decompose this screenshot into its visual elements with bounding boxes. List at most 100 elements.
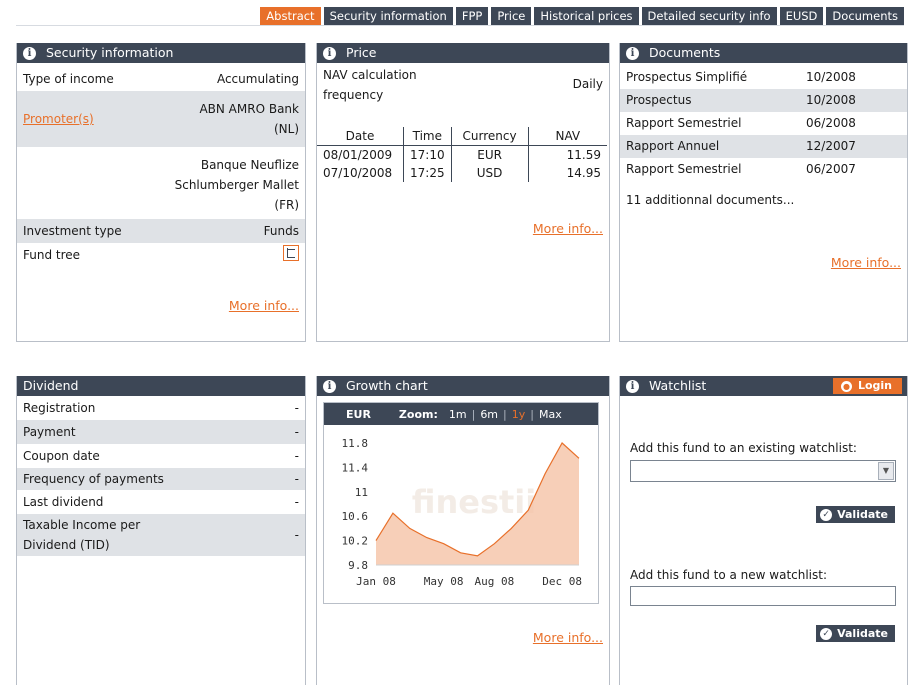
promoter-row: Promoter(s) ABN AMRO Bank (NL) — [17, 91, 305, 147]
document-list: Prospectus Simplifié 10/2008 Prospectus 10/… — [620, 66, 907, 181]
new-watchlist-label: Add this fund to a new watchlist: — [630, 568, 828, 582]
table-row: 07/10/2008 17:25 USD 14.95 — [317, 164, 607, 182]
validate-label: Validate — [837, 508, 888, 521]
tab-price[interactable]: Price — [491, 7, 532, 26]
tab-documents[interactable]: Documents — [826, 7, 904, 26]
document-row[interactable]: Rapport Semestriel 06/2007 — [620, 158, 907, 181]
tab-abstract[interactable]: Abstract — [260, 7, 321, 26]
field-value: - — [294, 472, 299, 486]
additional-documents-text[interactable]: 11 additionnal documents... — [620, 181, 907, 207]
price-panel: i Price NAV calculation frequency Daily … — [316, 43, 610, 342]
field-value: - — [294, 528, 299, 542]
y-tick-label: 11 — [355, 486, 368, 499]
column-header: Date — [317, 127, 404, 146]
currency-label: EUR — [346, 407, 371, 421]
field-label: Coupon date — [23, 449, 100, 463]
panel-header: i Security information — [17, 43, 305, 63]
divider — [16, 25, 904, 26]
document-name[interactable]: Rapport Semestriel — [626, 159, 806, 180]
table-cell: USD — [451, 164, 529, 182]
document-name[interactable]: Prospectus — [626, 90, 806, 111]
more-info-link[interactable]: More info... — [533, 221, 603, 236]
existing-watchlist-select[interactable]: ▼ — [630, 460, 896, 482]
login-button[interactable]: ● Login — [832, 378, 902, 394]
panel-title: Dividend — [23, 378, 79, 393]
zoom-1y[interactable]: 1y — [512, 408, 526, 421]
field-value: - — [294, 449, 299, 463]
table-header: Date Time Currency NAV — [317, 127, 607, 146]
table-cell: 17:10 — [403, 145, 452, 164]
check-icon: ✓ — [820, 627, 833, 640]
promoters-link[interactable]: Promoter(s) — [23, 109, 189, 129]
document-row[interactable]: Rapport Semestriel 06/2008 — [620, 112, 907, 135]
y-tick-label: 11.4 — [342, 461, 369, 474]
tab-security-information[interactable]: Security information — [323, 7, 453, 26]
column-header: NAV — [528, 127, 607, 146]
field-label: Type of income — [23, 72, 114, 86]
existing-watchlist-label: Add this fund to an existing watchlist: — [630, 441, 857, 455]
tab-bar: Abstract Security information FPP Price … — [260, 7, 904, 26]
more-info-link[interactable]: More info... — [831, 255, 901, 270]
field-value: Funds — [263, 224, 299, 238]
chevron-down-icon[interactable]: ▼ — [878, 462, 894, 480]
tab-eusd[interactable]: EUSD — [779, 7, 824, 26]
document-date: 10/2008 — [806, 70, 856, 84]
info-icon: i — [626, 379, 639, 393]
zoom-1m[interactable]: 1m — [449, 408, 467, 421]
document-date: 06/2007 — [806, 162, 856, 176]
tab-detailed-security-info[interactable]: Detailed security info — [641, 7, 777, 26]
table-cell: 17:25 — [403, 164, 452, 182]
field-label: Registration — [23, 401, 96, 415]
table-cell: EUR — [451, 145, 529, 164]
zoom-label: Zoom: — [398, 407, 438, 421]
new-watchlist-input[interactable] — [630, 586, 896, 606]
x-tick-label: May 08 — [424, 575, 464, 588]
x-tick-label: Dec 08 — [542, 575, 582, 588]
validate-existing-button[interactable]: ✓ Validate — [816, 506, 895, 523]
tab-historical-prices[interactable]: Historical prices — [534, 7, 639, 26]
column-header: Time — [403, 127, 452, 146]
promoter-row: Banque Neuflize Schlumberger Mallet (FR) — [17, 147, 305, 219]
check-icon: ✓ — [820, 508, 833, 521]
promoter-value: Banque Neuflize Schlumberger Mallet (FR) — [174, 158, 299, 212]
field-label: Fund tree — [23, 248, 81, 262]
document-row[interactable]: Prospectus 10/2008 — [620, 89, 907, 112]
zoom-max[interactable]: Max — [539, 408, 562, 421]
field-value: - — [294, 425, 299, 439]
document-row[interactable]: Rapport Annuel 12/2007 — [620, 135, 907, 158]
y-tick-label: 9.8 — [348, 559, 368, 572]
field-label: Taxable Income per Dividend (TID) — [23, 518, 141, 552]
nav-frequency-row: NAV calculation frequency Daily — [317, 63, 609, 107]
field-label: Investment type — [23, 224, 122, 238]
dividend-row: Last dividend - — [17, 490, 305, 514]
more-info-link[interactable]: More info... — [533, 630, 603, 645]
validate-new-button[interactable]: ✓ Validate — [816, 625, 895, 642]
table-cell: 07/10/2008 — [317, 164, 404, 182]
investment-type-row: Investment type Funds — [17, 219, 305, 243]
y-tick-label: 10.2 — [342, 535, 369, 548]
panel-title: Growth chart — [346, 378, 428, 393]
y-tick-label: 11.8 — [342, 437, 369, 450]
growth-chart: finestii 11.8 11.4 11 10.6 10.2 9.8 Jan 08 May 0… — [342, 437, 582, 588]
panel-title: Price — [346, 45, 377, 60]
more-info-link[interactable]: More info... — [229, 298, 299, 313]
zoom-6m[interactable]: 6m — [480, 408, 498, 421]
document-row[interactable]: Prospectus Simplifié 10/2008 — [620, 66, 907, 89]
panel-header: i Growth chart — [317, 376, 609, 396]
validate-label: Validate — [837, 627, 888, 640]
field-value: - — [294, 401, 299, 415]
table-row: 08/01/2009 17:10 EUR 11.59 — [317, 145, 607, 164]
document-name[interactable]: Rapport Semestriel — [626, 113, 806, 134]
field-label: Last dividend — [23, 495, 104, 509]
login-label: Login — [857, 379, 892, 392]
watchlist-panel: i Watchlist ● Login Add this fund to an … — [619, 376, 908, 685]
panel-header: Dividend — [17, 376, 305, 396]
watermark-logo: finestii — [412, 483, 536, 521]
chart-container: EUR Zoom: 1m | 6m | 1y | Max finestii 11.8 11… — [323, 402, 599, 604]
tab-fpp[interactable]: FPP — [455, 7, 489, 26]
document-name[interactable]: Rapport Annuel — [626, 136, 806, 157]
field-label: Payment — [23, 425, 76, 439]
fund-tree-icon[interactable] — [283, 245, 299, 261]
chart-toolbar: EUR Zoom: 1m | 6m | 1y | Max — [324, 403, 598, 425]
document-name[interactable]: Prospectus Simplifié — [626, 67, 806, 88]
